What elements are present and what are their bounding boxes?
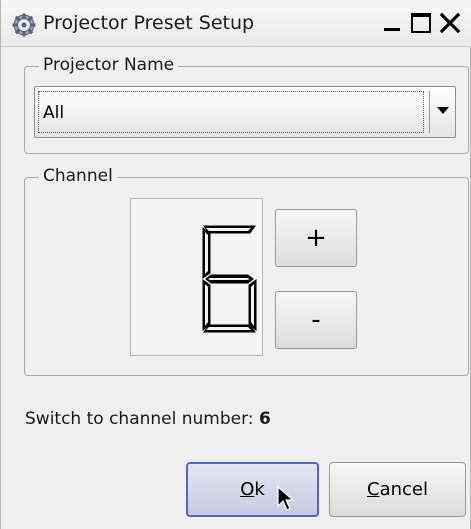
title-bar[interactable]: Projector Preset Setup (1, 0, 471, 47)
cancel-button[interactable]: Cancel (329, 462, 466, 517)
minimize-icon (384, 28, 400, 31)
plus-label: + (305, 223, 327, 253)
window-title: Projector Preset Setup (43, 12, 255, 34)
ok-label-rest: k (254, 479, 265, 500)
channel-plus-button[interactable]: + (275, 209, 357, 267)
projector-name-combobox[interactable]: All (34, 86, 456, 138)
combobox-separator (429, 91, 430, 133)
ok-button[interactable]: Ok (186, 462, 319, 517)
projector-name-legend: Projector Name (39, 55, 179, 75)
ok-label: Ok (240, 479, 265, 500)
cancel-label: Cancel (367, 479, 428, 500)
minimize-button[interactable] (380, 11, 404, 35)
status-prefix: Switch to channel number: (25, 409, 254, 429)
maximize-button[interactable] (409, 11, 433, 35)
maximize-icon (411, 13, 431, 33)
cancel-label-rest: ancel (379, 479, 428, 500)
combobox-focus-ring: All (38, 91, 424, 133)
projector-preset-window: Projector Preset Setup Projector Name Al… (0, 0, 471, 529)
projector-name-value: All (43, 103, 65, 123)
gear-icon (12, 13, 36, 37)
status-channel-value: 6 (258, 409, 271, 429)
channel-minus-button[interactable]: - (275, 291, 357, 349)
ok-mnemonic: O (240, 479, 255, 500)
channel-legend: Channel (39, 166, 117, 186)
close-icon (439, 12, 461, 34)
minus-label: - (311, 305, 321, 335)
channel-status-text: Switch to channel number: 6 (25, 409, 271, 429)
dropdown-arrow-icon[interactable] (437, 107, 449, 115)
channel-lcd-display (130, 198, 263, 356)
close-button[interactable] (438, 11, 462, 35)
cancel-mnemonic: C (367, 479, 380, 500)
lcd-digit (202, 225, 257, 333)
mouse-pointer-icon (277, 486, 295, 511)
